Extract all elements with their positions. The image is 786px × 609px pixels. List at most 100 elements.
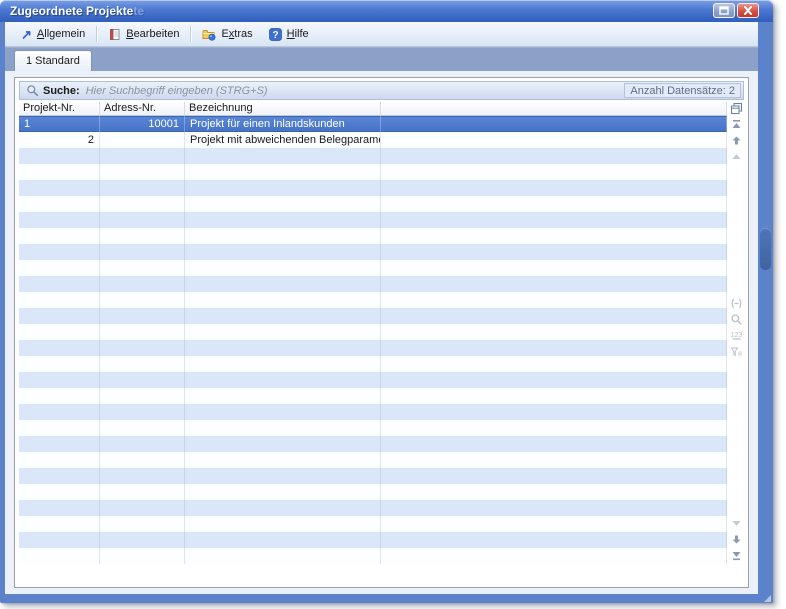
- cell: [19, 468, 100, 484]
- scroll-down-icon[interactable]: [729, 517, 743, 530]
- cell: [185, 196, 381, 212]
- cell: [185, 180, 381, 196]
- cell: [100, 356, 185, 372]
- cell: [19, 388, 100, 404]
- titlebar[interactable]: Zugeordnete Projektete: [0, 0, 773, 22]
- cell: [100, 180, 185, 196]
- help-icon: ?: [269, 28, 282, 41]
- table-row-empty[interactable]: [19, 196, 727, 212]
- cell: [100, 372, 185, 388]
- cell: 10001: [100, 116, 185, 132]
- cell: [185, 420, 381, 436]
- zoom-icon[interactable]: [729, 313, 743, 326]
- table-row-empty[interactable]: [19, 516, 727, 532]
- table-header-row: Projekt-Nr.Adress-Nr.Bezeichnung: [19, 102, 727, 116]
- cell: [100, 260, 185, 276]
- cell: [381, 340, 727, 356]
- cell: [185, 436, 381, 452]
- window-edge-grip[interactable]: [760, 228, 771, 270]
- cell: [19, 148, 100, 164]
- filter-icon[interactable]: a: [729, 345, 743, 358]
- cell: [100, 324, 185, 340]
- cell: [185, 516, 381, 532]
- restore-button[interactable]: [713, 3, 735, 18]
- table-row-empty[interactable]: [19, 244, 727, 260]
- table-row-empty[interactable]: [19, 340, 727, 356]
- menu-separator: [96, 26, 97, 42]
- cell: [100, 436, 185, 452]
- cell: [19, 500, 100, 516]
- cell: [381, 484, 727, 500]
- cell: [381, 404, 727, 420]
- table-row-empty[interactable]: [19, 372, 727, 388]
- grid-panel: Suche: Anzahl Datensätze: 2 Projekt-Nr.A…: [14, 77, 749, 588]
- cell: [381, 436, 727, 452]
- record-count-badge: Anzahl Datensätze: 2: [624, 83, 741, 98]
- table-row-empty[interactable]: [19, 260, 727, 276]
- table-row-empty[interactable]: [19, 164, 727, 180]
- close-icon: [743, 6, 753, 15]
- table-row-empty[interactable]: [19, 436, 727, 452]
- fit-column-width-icon[interactable]: [729, 297, 743, 310]
- table-row[interactable]: 2Projekt mit abweichenden Belegparameter…: [19, 132, 727, 148]
- cell: [381, 452, 727, 468]
- table-row-empty[interactable]: [19, 500, 727, 516]
- column-header-projekt-nr-[interactable]: Projekt-Nr.: [19, 102, 100, 116]
- table-row-empty[interactable]: [19, 180, 727, 196]
- menu-label: Bearbeiten: [126, 28, 179, 40]
- column-header-empty[interactable]: [381, 102, 727, 116]
- tab-1-standard[interactable]: 1 Standard: [14, 50, 92, 71]
- column-chooser-icon[interactable]: [729, 102, 743, 115]
- menu-item-extras[interactable]: Extras: [194, 25, 260, 44]
- cell: [185, 308, 381, 324]
- column-header-adress-nr-[interactable]: Adress-Nr.: [100, 102, 185, 116]
- table-row-empty[interactable]: [19, 228, 727, 244]
- table-row-empty[interactable]: [19, 388, 727, 404]
- move-up-icon[interactable]: [729, 134, 743, 147]
- table-row-empty[interactable]: [19, 356, 727, 372]
- table-row[interactable]: 110001Projekt für einen Inlandskunden: [19, 116, 727, 132]
- column-header-bezeichnung[interactable]: Bezeichnung: [185, 102, 381, 116]
- table-row-empty[interactable]: [19, 484, 727, 500]
- cell: Projekt mit abweichenden Belegparametern: [185, 132, 381, 148]
- scroll-up-icon[interactable]: [729, 150, 743, 163]
- cell: [381, 548, 727, 564]
- go-to-bottom-icon[interactable]: [729, 549, 743, 562]
- table-row-empty[interactable]: [19, 148, 727, 164]
- table-row-empty[interactable]: [19, 212, 727, 228]
- cell: [185, 356, 381, 372]
- table-row-empty[interactable]: [19, 324, 727, 340]
- table-row-empty[interactable]: [19, 548, 727, 564]
- table-row-empty[interactable]: [19, 404, 727, 420]
- table-row-empty[interactable]: [19, 452, 727, 468]
- table-row-empty[interactable]: [19, 276, 727, 292]
- table-row-empty[interactable]: [19, 308, 727, 324]
- cell: [185, 148, 381, 164]
- cell: [185, 228, 381, 244]
- cell: [19, 420, 100, 436]
- go-to-top-icon[interactable]: [729, 118, 743, 131]
- cell: [381, 420, 727, 436]
- sum-icon[interactable]: 123: [729, 329, 743, 342]
- close-button[interactable]: [737, 3, 759, 18]
- resize-grip[interactable]: [764, 595, 771, 602]
- menu-item-bearbeiten[interactable]: Bearbeiten: [100, 25, 187, 44]
- search-input[interactable]: [86, 85, 625, 97]
- table-row-empty[interactable]: [19, 532, 727, 548]
- arrow-up-right-icon: ↗: [21, 28, 32, 41]
- cell: [19, 260, 100, 276]
- move-down-icon[interactable]: [729, 533, 743, 546]
- cell: [19, 356, 100, 372]
- cell: [19, 340, 100, 356]
- table-row-empty[interactable]: [19, 292, 727, 308]
- cell: [100, 548, 185, 564]
- cell: [381, 132, 727, 148]
- cell: [381, 292, 727, 308]
- cell: [381, 212, 727, 228]
- table-row-empty[interactable]: [19, 468, 727, 484]
- menu-item-allgemein[interactable]: ↗ Allgemein: [13, 25, 93, 44]
- cell: [381, 196, 727, 212]
- cell: [100, 404, 185, 420]
- menu-item-hilfe[interactable]: ? Hilfe: [261, 25, 317, 44]
- table-row-empty[interactable]: [19, 420, 727, 436]
